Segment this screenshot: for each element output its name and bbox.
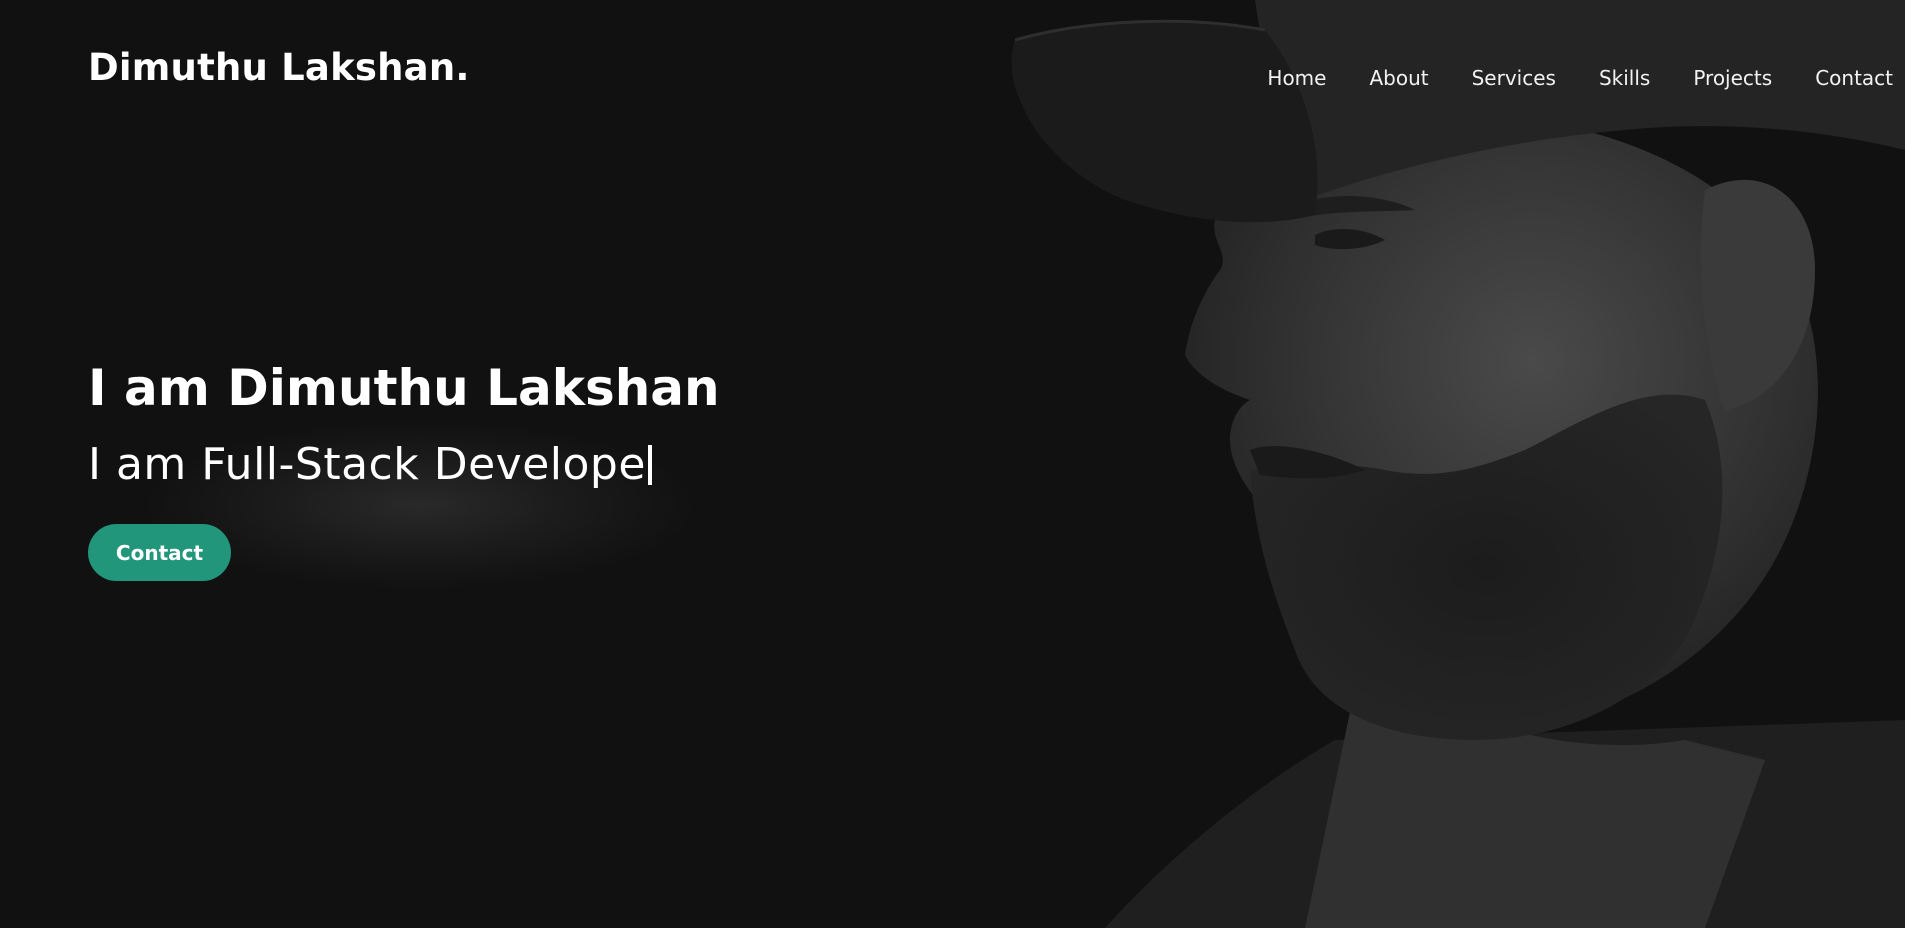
hero-subtitle: I am Full-Stack Develope <box>88 438 720 492</box>
site-header: Dimuthu Lakshan. Home About Services Ski… <box>0 0 1905 140</box>
typing-cursor <box>647 445 652 485</box>
hero-title: I am Dimuthu Lakshan <box>88 359 720 417</box>
contact-button[interactable]: Contact <box>88 524 231 581</box>
main-nav: Home About Services Skills Projects Cont… <box>1224 66 1893 90</box>
hero-section: I am Dimuthu Lakshan I am Full-Stack Dev… <box>88 358 720 581</box>
page: Dimuthu Lakshan. Home About Services Ski… <box>0 0 1905 928</box>
nav-contact[interactable]: Contact <box>1815 66 1893 90</box>
nav-home[interactable]: Home <box>1267 66 1326 90</box>
nav-skills[interactable]: Skills <box>1599 66 1650 90</box>
nav-about[interactable]: About <box>1369 66 1428 90</box>
typed-text: Full-Stack Develope <box>201 439 646 490</box>
typed-prefix: I am <box>88 439 202 490</box>
nav-services[interactable]: Services <box>1472 66 1556 90</box>
nav-projects[interactable]: Projects <box>1693 66 1772 90</box>
site-logo[interactable]: Dimuthu Lakshan. <box>88 46 470 89</box>
